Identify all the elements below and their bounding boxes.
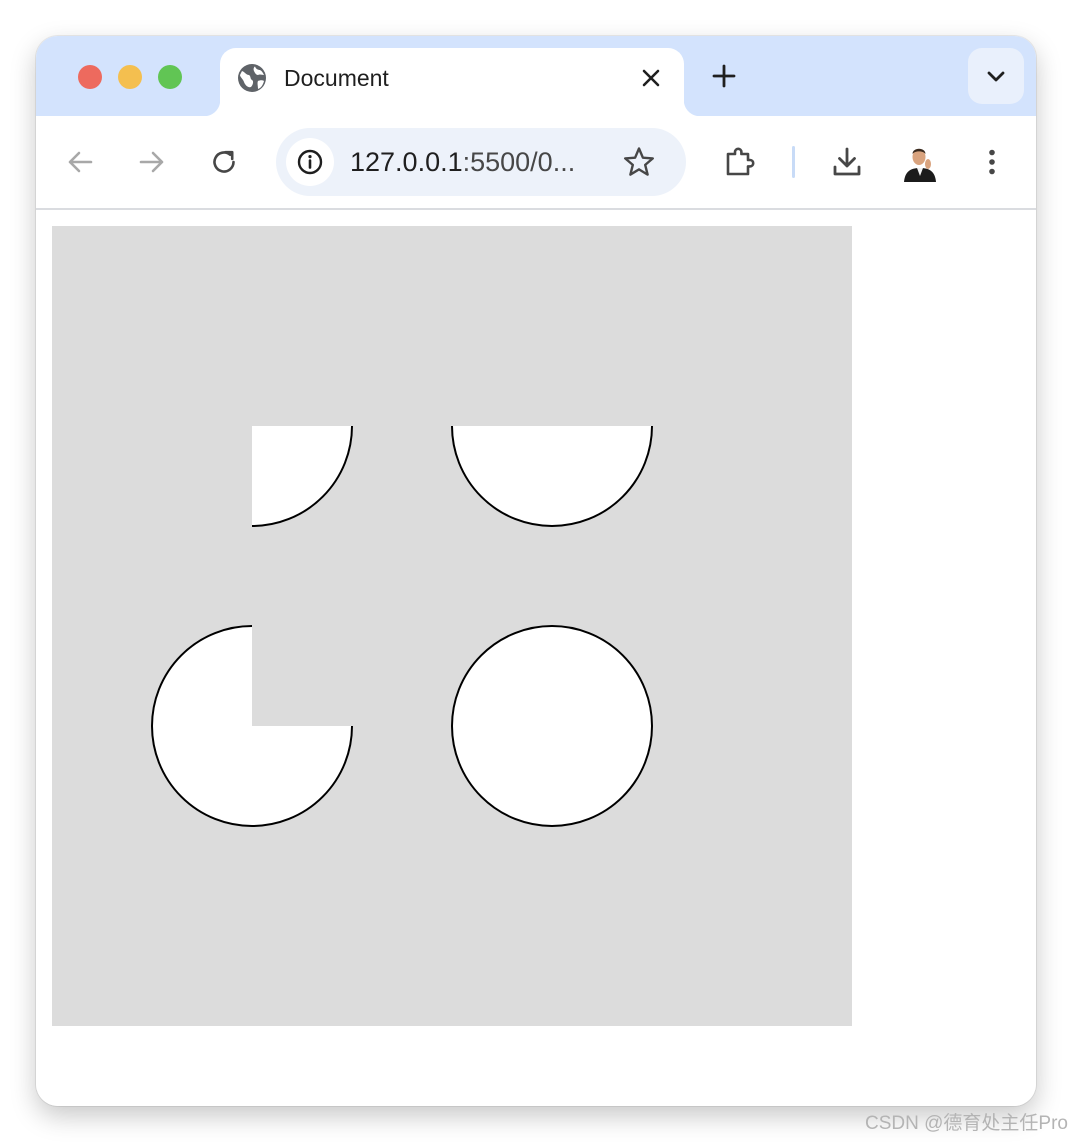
page-content	[36, 210, 1036, 1106]
toolbar-divider	[792, 146, 795, 178]
window-minimize-button[interactable]	[118, 65, 142, 89]
arrow-left-icon[interactable]	[63, 145, 97, 179]
download-icon[interactable]	[830, 145, 864, 179]
window-close-button[interactable]	[78, 65, 102, 89]
browser-window: Document 127.0.0.1:5500/0...	[36, 36, 1036, 1106]
watermark: CSDN @德育处主任Pro	[865, 1113, 1068, 1134]
chevron-down-icon	[987, 71, 1005, 82]
canvas-background	[52, 226, 852, 1026]
puzzle-icon[interactable]	[723, 145, 757, 179]
address-bar[interactable]: 127.0.0.1:5500/0...	[276, 128, 686, 196]
arrow-right-icon[interactable]	[135, 145, 169, 179]
site-info-button[interactable]	[286, 138, 334, 186]
tab-document[interactable]: Document	[204, 48, 700, 118]
address-url: 127.0.0.1:5500/0...	[350, 145, 575, 179]
close-icon[interactable]	[637, 64, 665, 92]
globe-icon	[238, 64, 266, 92]
url-host: 127.0.0.1	[350, 147, 463, 177]
url-rest: :5500/0...	[462, 147, 576, 177]
window-zoom-button[interactable]	[158, 65, 182, 89]
tab-search-button[interactable]	[968, 48, 1024, 104]
more-vert-icon[interactable]	[975, 145, 1009, 179]
info-icon	[297, 149, 323, 175]
tab-strip: Document	[36, 36, 1036, 118]
toolbar: 127.0.0.1:5500/0...	[36, 116, 1036, 210]
canvas	[52, 226, 852, 1026]
star-icon[interactable]	[622, 145, 656, 179]
full-circle	[451, 625, 653, 827]
tab-title: Document	[284, 65, 389, 91]
reload-icon[interactable]	[207, 145, 241, 179]
new-tab-button[interactable]	[708, 60, 740, 92]
avatar[interactable]	[900, 142, 940, 182]
